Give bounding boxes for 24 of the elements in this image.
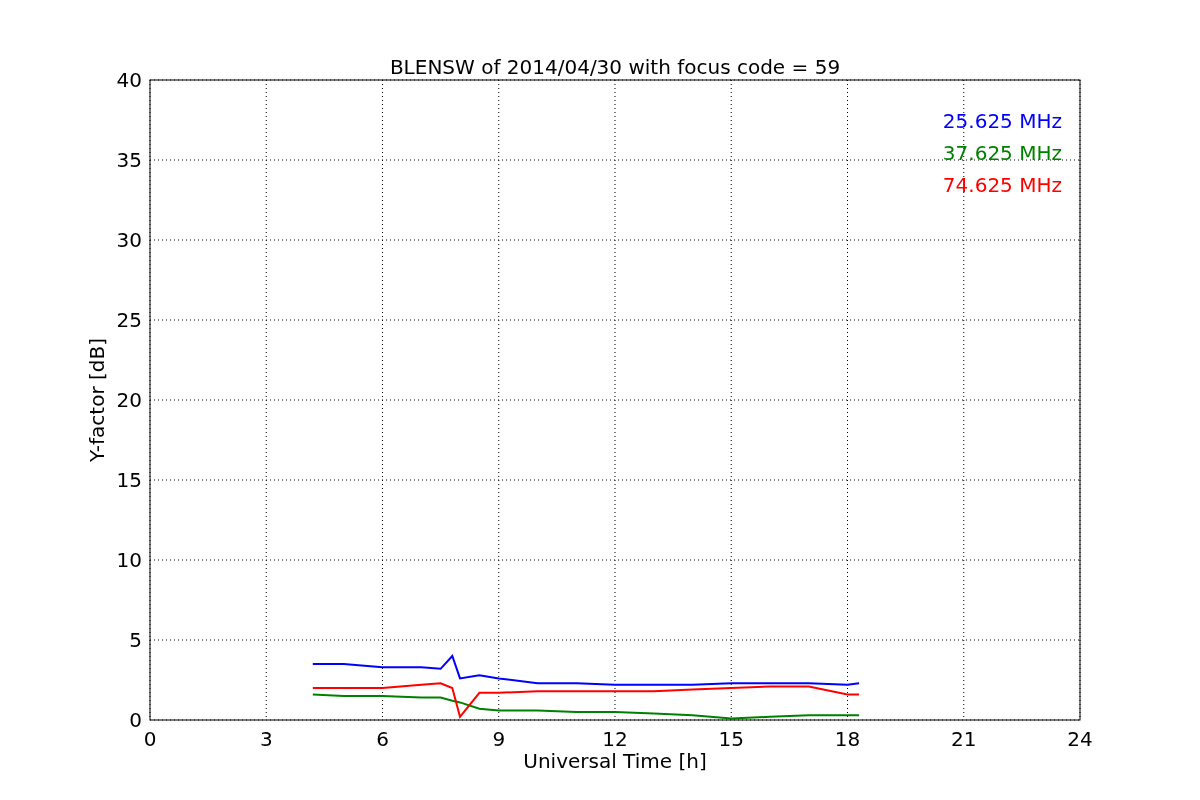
y-tick-label: 10 [116, 548, 142, 572]
legend-label: 25.625 MHz [942, 109, 1062, 133]
x-tick-label: 21 [951, 727, 977, 751]
legend-label: 74.625 MHz [942, 173, 1062, 197]
x-tick-label: 0 [143, 727, 157, 751]
y-tick-label: 5 [129, 628, 142, 652]
y-tick-label: 0 [129, 708, 142, 732]
y-tick-label: 25 [116, 308, 142, 332]
chart-title: BLENSW of 2014/04/30 with focus code = 59 [389, 55, 841, 79]
x-tick-label: 6 [376, 727, 389, 751]
y-tick-label: 20 [116, 388, 142, 412]
x-tick-label: 12 [602, 727, 628, 751]
x-tick-label: 3 [259, 727, 273, 751]
legend-label: 37.625 MHz [942, 141, 1062, 165]
x-tick-label: 18 [834, 727, 861, 751]
x-tick-label: 24 [1067, 727, 1093, 751]
y-tick-label: 35 [116, 148, 142, 172]
y-tick-label: 15 [116, 468, 142, 492]
y-tick-label: 30 [116, 228, 142, 252]
y-tick-label: 40 [116, 68, 142, 92]
y-axis-label: Y-factor [dB] [85, 338, 109, 462]
x-tick-label: 15 [718, 727, 744, 751]
x-tick-label: 9 [492, 727, 506, 751]
x-axis-label: Universal Time [h] [523, 749, 707, 773]
